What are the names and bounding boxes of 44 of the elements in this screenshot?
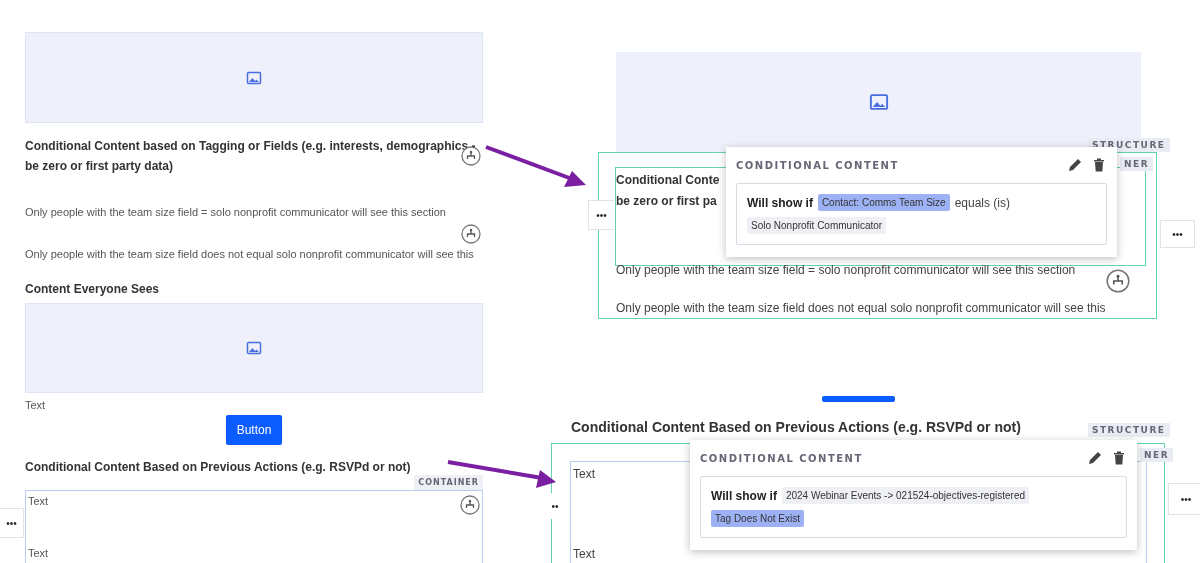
email-button[interactable]: Button bbox=[225, 415, 283, 445]
branch-icon[interactable] bbox=[460, 495, 480, 515]
container-tag[interactable]: CONTAINER bbox=[414, 475, 483, 490]
condition-chip: Solo Nonprofit Communicator bbox=[747, 217, 887, 234]
delete-icon[interactable] bbox=[1111, 450, 1127, 466]
container-tag[interactable]: NER bbox=[1120, 157, 1154, 171]
text-label: Text bbox=[28, 547, 49, 559]
text-label: Text bbox=[28, 495, 49, 507]
image-icon bbox=[246, 340, 262, 356]
condition-chip: Tag Does Not Exist bbox=[711, 510, 805, 527]
branch-icon[interactable] bbox=[461, 224, 481, 244]
popup-title: CONDITIONAL CONTENT bbox=[700, 452, 864, 464]
section-heading: be zero or first party data) bbox=[25, 158, 175, 175]
section-heading: Content Everyone Sees bbox=[25, 281, 161, 298]
body-text: Only people with the team size field = solo nonprofit communicator will see this section bbox=[25, 206, 447, 218]
image-icon bbox=[246, 69, 262, 86]
condition-operator: equals (is) bbox=[954, 195, 1010, 210]
more-button[interactable]: ••• bbox=[588, 200, 614, 230]
text-label: Text bbox=[25, 399, 46, 411]
container-tag[interactable]: NER bbox=[1140, 448, 1174, 462]
text-label: Text bbox=[573, 547, 595, 561]
more-button[interactable]: ••• bbox=[0, 508, 24, 538]
more-button[interactable]: ••• bbox=[1160, 220, 1195, 248]
edit-icon[interactable] bbox=[1067, 157, 1083, 173]
structure-tag[interactable]: STRUCTURE bbox=[1088, 423, 1170, 437]
image-icon bbox=[868, 92, 889, 112]
delete-icon[interactable] bbox=[1091, 157, 1107, 173]
body-text: Only people with the team size field = solo nonprofit communicator will see this section bbox=[616, 263, 1076, 277]
body-text: Only people with the team size field does not equal solo nonprofit communicator will see this bbox=[616, 301, 1106, 315]
section-heading: Conditional Content Based on Previous Actions (e.g. RSVPd or not) bbox=[571, 419, 1021, 435]
body-text: Only people with the team size field does not equal solo nonprofit communicator will see this bbox=[25, 248, 475, 260]
section-heading: Conditional Content based on Tagging or Fields (e.g. interests, demographics - bbox=[25, 138, 477, 155]
branch-icon[interactable] bbox=[1106, 269, 1130, 293]
condition-chip: 2024 Webinar Events -> 021524-objectives-registered bbox=[781, 487, 1029, 504]
condition-chip: Contact: Comms Team Size bbox=[817, 194, 950, 211]
condition-label: Will show if bbox=[711, 488, 777, 503]
section-heading: Conditional Content Based on Previous Actions (e.g. RSVPd or not) bbox=[25, 459, 412, 476]
popup-title: CONDITIONAL CONTENT bbox=[736, 159, 900, 171]
section-heading: Conditional Conte bbox=[616, 172, 720, 189]
section-heading: be zero or first pa bbox=[616, 193, 718, 210]
edit-icon[interactable] bbox=[1087, 450, 1103, 466]
more-button[interactable]: ••• bbox=[1168, 483, 1200, 515]
condition-label: Will show if bbox=[747, 195, 813, 210]
text-label: Text bbox=[573, 467, 595, 481]
